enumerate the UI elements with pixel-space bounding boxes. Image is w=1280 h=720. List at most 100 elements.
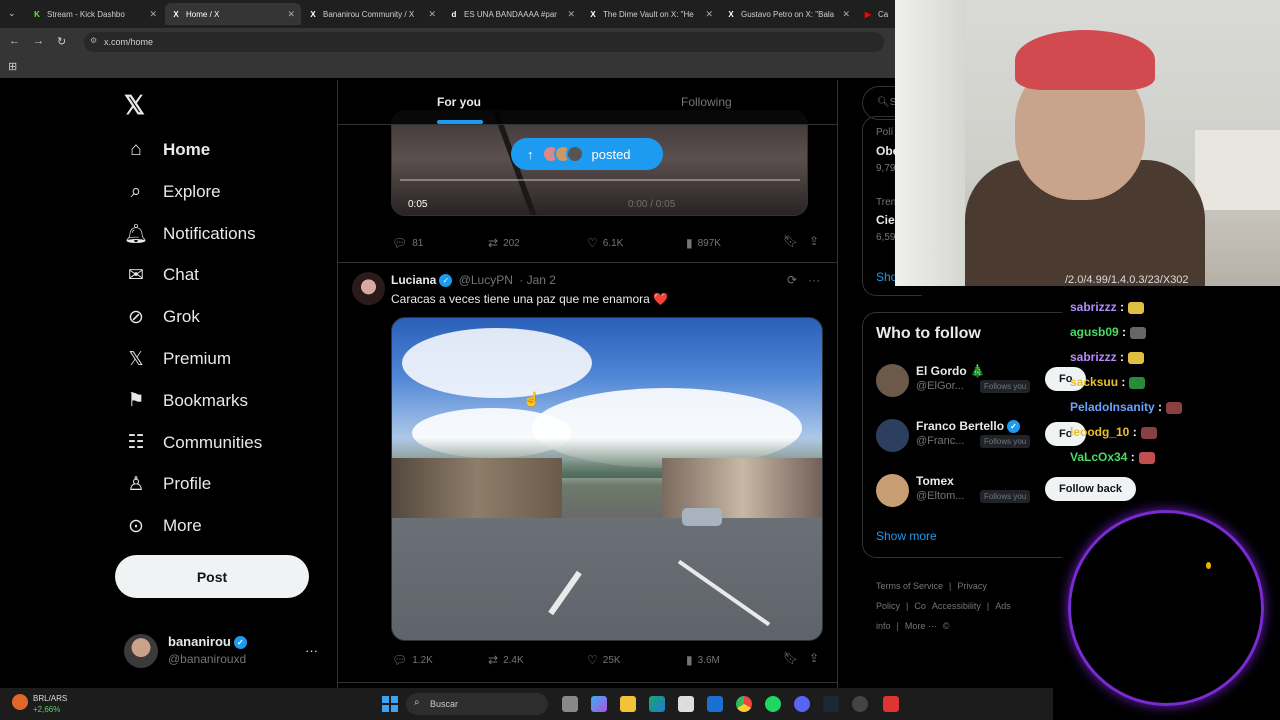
windows-start-icon[interactable] [382, 696, 398, 712]
obs-icon[interactable] [852, 696, 868, 712]
site-info-icon[interactable]: ⚙ [90, 36, 97, 45]
tab-close-icon[interactable]: ✕ [567, 9, 575, 20]
url-text: x.com/home [104, 37, 154, 47]
share-button[interactable]: ⇪ [809, 234, 824, 248]
bookmark-button[interactable]: 🔖︎ [783, 234, 803, 248]
avatar[interactable] [876, 474, 909, 507]
reply-count: 1.2K [412, 654, 433, 666]
views-button[interactable]: ▮ 897K [686, 236, 721, 250]
browser-tab[interactable]: K Stream - Kick Dashbo ✕ [26, 3, 163, 25]
post-author-name[interactable]: Luciana [391, 273, 436, 287]
like-button[interactable]: ♡ 6.1K [587, 236, 623, 250]
verified-icon: ✓ [233, 636, 247, 650]
avatar[interactable] [876, 364, 909, 397]
post-more-icon[interactable]: ··· [808, 273, 820, 287]
footer-link[interactable]: Co [914, 601, 926, 611]
nav-item-explore[interactable]: ⌕ Explore [124, 177, 221, 207]
share-button[interactable]: ⇪ [809, 651, 824, 665]
ticker-label: BRL/ARS [33, 694, 68, 703]
tab-close-icon[interactable]: ✕ [149, 9, 157, 20]
nav-label: Home [163, 140, 211, 159]
spotify-icon[interactable] [765, 696, 781, 712]
tab-close-icon[interactable]: ✕ [287, 9, 295, 20]
nav-item-chat[interactable]: ✉ Chat [124, 260, 199, 290]
footer-link[interactable]: More ··· [905, 621, 937, 631]
store-icon[interactable] [678, 696, 694, 712]
follow-suggestion[interactable]: Franco Bertello ✓ @Franc... Follows you [876, 417, 1056, 457]
video-progress[interactable] [400, 179, 800, 181]
show-more-link[interactable]: Show more [876, 529, 937, 543]
tab-close-icon[interactable]: ✕ [842, 9, 850, 20]
reply-button[interactable]: 💬︎ 1.2K [392, 653, 433, 667]
browser-tab[interactable]: X The Dime Vault on X: "He ✕ [582, 3, 719, 25]
post-photo[interactable] [391, 317, 823, 641]
post-date[interactable]: · Jan 2 [519, 273, 556, 287]
forward-icon[interactable]: → [33, 35, 44, 47]
x-logo-icon[interactable]: 𝕏 [124, 90, 145, 121]
chrome-icon[interactable] [736, 696, 752, 712]
footer-link[interactable]: Accessibility [932, 601, 981, 611]
copilot-icon[interactable] [591, 696, 607, 712]
footer-link[interactable]: Terms of Service [876, 581, 943, 591]
account-menu-icon[interactable]: ··· [305, 643, 318, 658]
edge-icon[interactable] [649, 696, 665, 712]
footer-separator: | [949, 581, 952, 591]
tab-search-icon[interactable]: ⌄ [8, 8, 16, 19]
tab-close-icon[interactable]: ✕ [428, 9, 436, 20]
view-count: 3.6M [697, 654, 720, 666]
tab-for-you[interactable]: For you [437, 95, 481, 109]
outlook-icon[interactable] [707, 696, 723, 712]
nav-item-grok[interactable]: ⊘ Grok [124, 302, 200, 332]
nav-item-notifications[interactable]: 🔔︎ Notifications [124, 219, 256, 249]
footer-separator: | [986, 601, 990, 611]
avatar[interactable] [876, 419, 909, 452]
account-name[interactable]: bananirou ✓ [168, 634, 247, 650]
back-icon[interactable]: ← [9, 35, 20, 47]
browser-tab[interactable]: X Bananirou Community / X ✕ [302, 3, 442, 25]
nav-item-premium[interactable]: 𝕏 Premium [124, 344, 231, 374]
like-button[interactable]: ♡ 25K [587, 653, 621, 667]
suggestion-name[interactable]: Tomex [916, 474, 954, 488]
view-count: 897K [697, 237, 721, 249]
browser-tab[interactable]: X Home / X ✕ [165, 3, 301, 25]
follow-button[interactable]: Follow back [1045, 477, 1136, 501]
reload-icon[interactable]: ↻ [57, 35, 66, 48]
nav-item-home[interactable]: ⌂ Home [124, 135, 210, 165]
browser-tab[interactable]: d ES UNA BANDAAAA #par ✕ [443, 3, 581, 25]
nav-item-bookmarks[interactable]: ⚑ Bookmarks [124, 386, 248, 416]
suggestion-name[interactable]: Franco Bertello ✓ [916, 419, 1021, 434]
browser-tab[interactable]: ▶ Cayc [857, 3, 897, 25]
chat-separator: : [1116, 350, 1125, 364]
footer-link[interactable]: © [943, 621, 950, 631]
repost-button[interactable]: ⇄ 202 [488, 236, 520, 250]
reply-button[interactable]: 💬︎ 81 [392, 236, 423, 250]
suggestion-name[interactable]: El Gordo 🎄 [916, 364, 985, 378]
tab-following[interactable]: Following [681, 95, 732, 109]
tab-close-icon[interactable]: ✕ [705, 9, 713, 20]
app-icon[interactable] [883, 696, 899, 712]
grok-analyze-icon[interactable]: ⟳ [787, 273, 797, 287]
trend-title[interactable]: Cie [876, 213, 895, 227]
follow-suggestion[interactable]: El Gordo 🎄 @ElGor... Follows you [876, 362, 1056, 402]
post-author-handle[interactable]: @LucyPN [459, 273, 513, 287]
bookmark-button[interactable]: 🔖︎ [783, 651, 803, 665]
views-button[interactable]: ▮ 3.6M [686, 653, 720, 667]
url-field[interactable]: ⚙ x.com/home [84, 32, 884, 52]
post-button[interactable]: Post [115, 555, 309, 598]
taskbar-search[interactable]: ⌕ Buscar [406, 693, 548, 715]
nav-item-communities[interactable]: ☷ Communities [124, 428, 262, 458]
steam-icon[interactable] [823, 696, 839, 712]
follow-suggestion[interactable]: Tomex @Eltom... Follows you [876, 472, 1056, 512]
new-posts-pill[interactable]: ↑ posted [511, 138, 663, 170]
nav-item-more[interactable]: ⊙ More [124, 511, 202, 541]
apps-grid-icon[interactable]: ⊞ [8, 60, 17, 73]
task-view-icon[interactable] [562, 696, 578, 712]
nav-item-profile[interactable]: ♙ Profile [124, 469, 211, 499]
file-explorer-icon[interactable] [620, 696, 636, 712]
account-avatar[interactable] [124, 634, 158, 668]
circle-dot [1206, 562, 1211, 569]
post-author-avatar[interactable] [352, 272, 385, 305]
discord-icon[interactable] [794, 696, 810, 712]
browser-tab[interactable]: X Gustavo Petro on X: "Bala ✕ [720, 3, 856, 25]
repost-button[interactable]: ⇄ 2.4K [488, 653, 524, 667]
